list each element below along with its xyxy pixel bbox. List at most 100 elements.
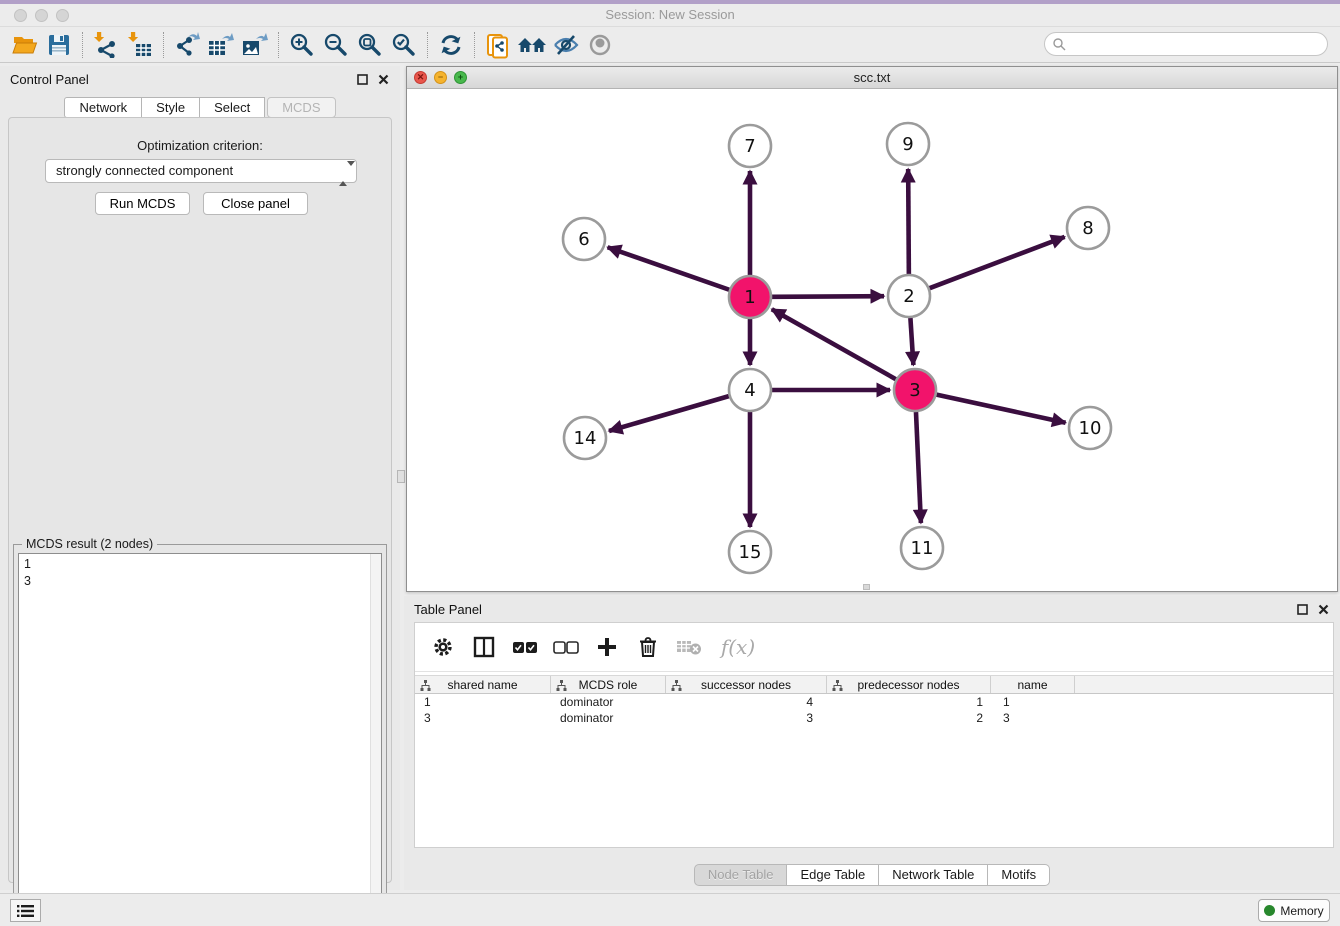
- memory-button[interactable]: Memory: [1258, 899, 1330, 922]
- graph-edge-3-11[interactable]: [916, 412, 921, 523]
- import-network-icon[interactable]: [89, 30, 123, 60]
- graph-node-6[interactable]: 6: [563, 218, 605, 260]
- tab-network[interactable]: Network: [64, 97, 142, 118]
- optimization-criterion-select[interactable]: strongly connected component: [45, 159, 357, 183]
- minimize-window-button[interactable]: [35, 9, 48, 22]
- panel-splitter-handle[interactable]: [397, 470, 405, 483]
- search-field[interactable]: [1044, 32, 1328, 56]
- zoom-in-icon[interactable]: [285, 30, 319, 60]
- column-header-name[interactable]: name: [991, 676, 1075, 693]
- close-window-button[interactable]: [14, 9, 27, 22]
- node-label: 2: [903, 286, 914, 307]
- select-all-check-icon[interactable]: [511, 633, 539, 661]
- close-panel-button[interactable]: Close panel: [203, 192, 308, 215]
- close-view-button[interactable]: ✕: [414, 71, 427, 84]
- zoom-selected-icon[interactable]: [387, 30, 421, 60]
- column-header-successor-nodes[interactable]: successor nodes: [666, 676, 827, 693]
- tab-network-table[interactable]: Network Table: [879, 864, 988, 886]
- graph-edge-4-14[interactable]: [609, 396, 729, 431]
- search-icon: [1052, 37, 1066, 51]
- memory-status-icon: [1264, 905, 1275, 916]
- table-browser-tabs: Node Table Edge Table Network Table Moti…: [404, 864, 1340, 886]
- graph-node-1[interactable]: 1: [729, 276, 771, 318]
- mcds-result-box: MCDS result (2 nodes) 1 3: [13, 544, 387, 926]
- float-table-panel-icon[interactable]: [1296, 603, 1309, 616]
- tab-motifs[interactable]: Motifs: [988, 864, 1050, 886]
- node-label: 15: [739, 542, 762, 563]
- task-history-button[interactable]: [10, 899, 41, 922]
- run-mcds-button[interactable]: Run MCDS: [95, 192, 190, 215]
- graph-node-2[interactable]: 2: [888, 275, 930, 317]
- node-label: 7: [744, 136, 755, 157]
- control-panel-tabs: Network Style Select MCDS: [0, 97, 400, 118]
- toolbar-separator: [427, 32, 428, 58]
- memory-label: Memory: [1280, 904, 1323, 918]
- zoom-window-button[interactable]: [56, 9, 69, 22]
- tab-mcds[interactable]: MCDS: [267, 97, 335, 118]
- window-resize-grip[interactable]: [863, 584, 870, 590]
- graph-edge-3-10[interactable]: [936, 395, 1065, 423]
- hide-selected-icon[interactable]: [549, 30, 583, 60]
- network-canvas[interactable]: 7 9 6 8 1 2 4 3 14 10 15 11: [407, 89, 1337, 591]
- app-title: Session: New Session: [0, 4, 1340, 26]
- graph-edge-3-1[interactable]: [772, 309, 896, 379]
- delete-column-icon[interactable]: [634, 633, 662, 661]
- tab-edge-table[interactable]: Edge Table: [787, 864, 879, 886]
- refresh-icon[interactable]: [434, 30, 468, 60]
- clone-network-icon[interactable]: [481, 30, 515, 60]
- tab-select[interactable]: Select: [200, 97, 265, 118]
- tab-node-table[interactable]: Node Table: [694, 864, 788, 886]
- column-header-mcds-role[interactable]: MCDS role: [551, 676, 666, 693]
- graph-edge-1-2[interactable]: [772, 296, 884, 297]
- graph-edge-1-6[interactable]: [608, 247, 730, 289]
- export-table-icon[interactable]: [204, 30, 238, 60]
- graph-node-10[interactable]: 10: [1069, 407, 1111, 449]
- app-titlebar[interactable]: Session: New Session: [0, 4, 1340, 27]
- table-row[interactable]: 3 dominator 3 2 3: [415, 710, 1333, 726]
- table-row[interactable]: 1 dominator 4 1 1: [415, 694, 1333, 710]
- network-window-titlebar[interactable]: ✕ − + scc.txt: [407, 67, 1337, 89]
- search-input[interactable]: [1066, 35, 1327, 53]
- graph-node-9[interactable]: 9: [887, 123, 929, 165]
- export-network-icon[interactable]: [170, 30, 204, 60]
- close-panel-icon[interactable]: [377, 73, 390, 86]
- first-neighbors-icon[interactable]: [515, 30, 549, 60]
- show-column-icon[interactable]: [470, 633, 498, 661]
- graph-edge-2-3[interactable]: [910, 318, 913, 365]
- mcds-result-text[interactable]: 1 3: [18, 553, 382, 921]
- table-options-icon[interactable]: [429, 633, 457, 661]
- graph-node-15[interactable]: 15: [729, 531, 771, 573]
- graph-node-4[interactable]: 4: [729, 369, 771, 411]
- float-panel-icon[interactable]: [356, 73, 369, 86]
- save-session-icon[interactable]: [42, 30, 76, 60]
- graph-edge-2-8[interactable]: [930, 237, 1065, 288]
- function-builder-icon[interactable]: f(x): [716, 633, 760, 661]
- open-file-icon[interactable]: [8, 30, 42, 60]
- close-table-panel-icon[interactable]: [1317, 603, 1330, 616]
- column-header-shared-name[interactable]: shared name: [415, 676, 551, 693]
- export-image-icon[interactable]: [238, 30, 272, 60]
- toolbar-separator: [474, 32, 475, 58]
- delete-table-icon[interactable]: [675, 633, 703, 661]
- graph-node-8[interactable]: 8: [1067, 207, 1109, 249]
- zoom-out-icon[interactable]: [319, 30, 353, 60]
- node-label: 9: [902, 134, 913, 155]
- graph-edge-2-9[interactable]: [908, 169, 909, 274]
- import-table-icon[interactable]: [123, 30, 157, 60]
- graph-node-3[interactable]: 3: [894, 369, 936, 411]
- graph-node-14[interactable]: 14: [564, 417, 606, 459]
- show-all-icon[interactable]: [583, 30, 617, 60]
- network-view-window: ✕ − + scc.txt 7 9 6 8 1 2 4 3 14 10 15 11: [406, 66, 1338, 592]
- deselect-all-check-icon[interactable]: [552, 633, 580, 661]
- graph-node-7[interactable]: 7: [729, 125, 771, 167]
- minimize-view-button[interactable]: −: [434, 71, 447, 84]
- graph-node-11[interactable]: 11: [901, 527, 943, 569]
- create-column-icon[interactable]: [593, 633, 621, 661]
- column-header-predecessor-nodes[interactable]: predecessor nodes: [827, 676, 991, 693]
- tab-style[interactable]: Style: [142, 97, 200, 118]
- maximize-view-button[interactable]: +: [454, 71, 467, 84]
- table-toolbar: f(x): [415, 623, 1333, 672]
- result-scrollbar[interactable]: [370, 554, 381, 920]
- result-line: 3: [24, 573, 376, 590]
- zoom-fit-icon[interactable]: [353, 30, 387, 60]
